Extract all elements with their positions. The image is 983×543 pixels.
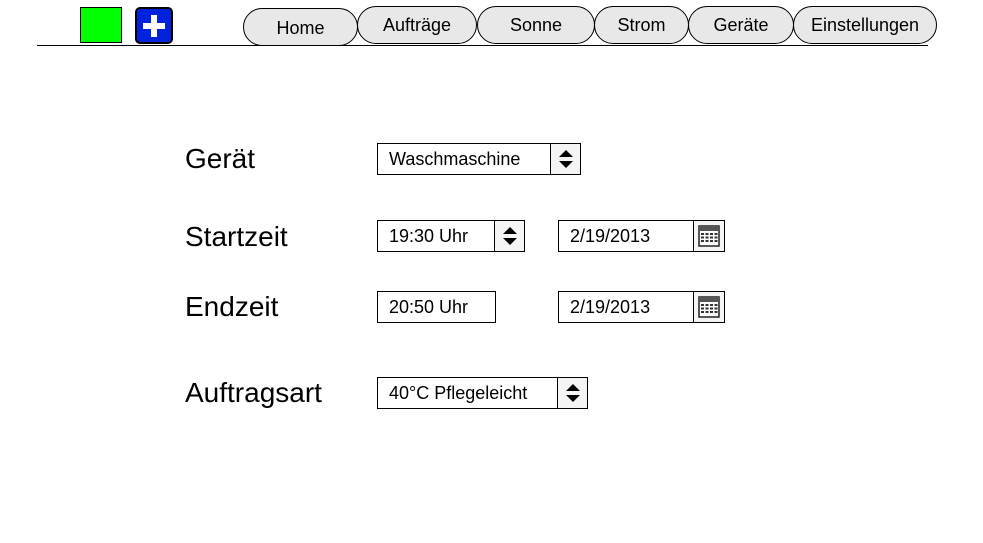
tab-einstellungen[interactable]: Einstellungen <box>793 6 937 44</box>
end-date-picker[interactable] <box>693 292 724 322</box>
start-label: Startzeit <box>185 221 288 252</box>
end-time-field[interactable]: 20:50 Uhr <box>377 291 496 323</box>
tab-auftraege[interactable]: Aufträge <box>357 6 477 44</box>
device-label: Gerät <box>185 143 256 174</box>
calendar-icon <box>698 296 720 318</box>
header-divider <box>37 45 928 46</box>
mode-label: Auftragsart <box>185 377 322 408</box>
tab-strom[interactable]: Strom <box>594 6 689 44</box>
tab-label: Sonne <box>509 14 563 35</box>
tab-label: Home <box>276 17 325 38</box>
tab-sonne[interactable]: Sonne <box>477 6 595 44</box>
tab-label: Strom <box>617 14 666 35</box>
start-date-field[interactable]: 2/19/2013 <box>558 220 725 252</box>
device-value: Waschmaschine <box>389 148 521 169</box>
status-indicator <box>80 7 122 43</box>
device-spinner[interactable] <box>550 144 580 174</box>
mode-select[interactable]: 40°C Pflegeleicht <box>377 377 588 409</box>
plus-icon <box>143 14 165 37</box>
tab-label: Aufträge <box>382 14 452 35</box>
tab-home[interactable]: Home <box>243 8 358 46</box>
spinner-arrows-icon <box>565 384 580 402</box>
end-date-field[interactable]: 2/19/2013 <box>558 291 725 323</box>
end-time-value: 20:50 Uhr <box>389 296 469 317</box>
end-date-value: 2/19/2013 <box>570 296 651 317</box>
end-label: Endzeit <box>185 291 279 322</box>
tab-label: Geräte <box>713 14 769 35</box>
device-select[interactable]: Waschmaschine <box>377 143 581 175</box>
mode-value: 40°C Pflegeleicht <box>389 382 528 403</box>
tab-geraete[interactable]: Geräte <box>688 6 794 44</box>
mode-spinner[interactable] <box>557 378 587 408</box>
spinner-arrows-icon <box>558 150 573 168</box>
spinner-arrows-icon <box>502 227 517 245</box>
start-time-field[interactable]: 19:30 Uhr <box>377 220 525 252</box>
start-time-value: 19:30 Uhr <box>389 225 469 246</box>
add-button[interactable] <box>135 7 173 44</box>
start-date-picker[interactable] <box>693 221 724 251</box>
calendar-icon <box>698 225 720 247</box>
start-time-spinner[interactable] <box>494 221 524 251</box>
start-date-value: 2/19/2013 <box>570 225 651 246</box>
tab-label: Einstellungen <box>810 14 920 35</box>
